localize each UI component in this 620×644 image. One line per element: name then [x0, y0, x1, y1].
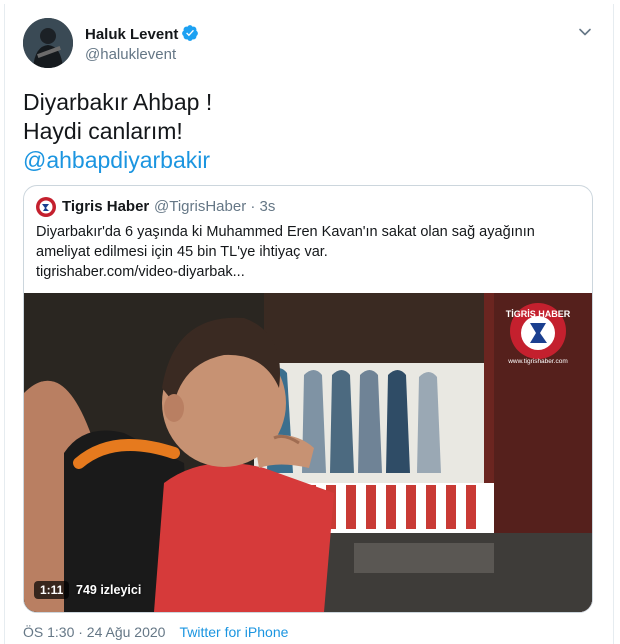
verified-badge-icon — [182, 25, 198, 41]
quoted-body-line: Diyarbakır'da 6 yaşında ki Muhammed Eren… — [36, 224, 535, 240]
avatar[interactable] — [23, 18, 73, 68]
tweet-text: Diyarbakır Ahbap ! Haydi canlarım! @ahba… — [23, 88, 583, 175]
author-handle[interactable]: @haluklevent — [85, 46, 176, 63]
quoted-author-name[interactable]: Tigris Haber — [62, 198, 149, 215]
video-duration: 1:11 — [34, 581, 70, 599]
watermark-line1: TİGRİS HABER — [506, 309, 571, 319]
quoted-author-meta[interactable]: @TigrisHaber · 3s — [154, 198, 275, 215]
tweet-timestamp[interactable]: ÖS 1:30 · 24 Ağu 2020 — [23, 624, 165, 640]
quoted-link[interactable]: tigrishaber.com/video-diyarbak... — [36, 262, 582, 282]
tweet-line: Haydi canlarım! — [23, 118, 183, 144]
watermark-line2: www.tigrishaber.com — [507, 358, 568, 365]
tigris-haber-logo-icon — [36, 197, 56, 217]
author-name[interactable]: Haluk Levent — [85, 26, 178, 43]
quoted-body: Diyarbakır'da 6 yaşında ki Muhammed Eren… — [36, 222, 582, 282]
view-count: 749 izleyici — [76, 583, 142, 597]
tweet-card: Haluk Levent @haluklevent Diyarbakır Ahb… — [4, 4, 614, 644]
tweet-footer: ÖS 1:30 · 24 Ağu 2020 Twitter for iPhone — [23, 624, 288, 640]
video-thumbnail: TİGRİS HABER www.tigrishaber.com — [24, 293, 592, 612]
quoted-tweet[interactable]: Tigris Haber @TigrisHaber · 3s Diyarbakı… — [23, 185, 593, 613]
quoted-body-line: ameliyat edilmesi için 45 bin TL'ye ihti… — [36, 244, 328, 260]
video-player[interactable]: TİGRİS HABER www.tigrishaber.com 1:11 74… — [24, 293, 592, 612]
mention-link[interactable]: @ahbapdiyarbakir — [23, 146, 583, 175]
tweet-line: Diyarbakır Ahbap ! — [23, 89, 213, 115]
tweet-source[interactable]: Twitter for iPhone — [179, 624, 288, 640]
chevron-down-icon[interactable] — [577, 24, 593, 40]
